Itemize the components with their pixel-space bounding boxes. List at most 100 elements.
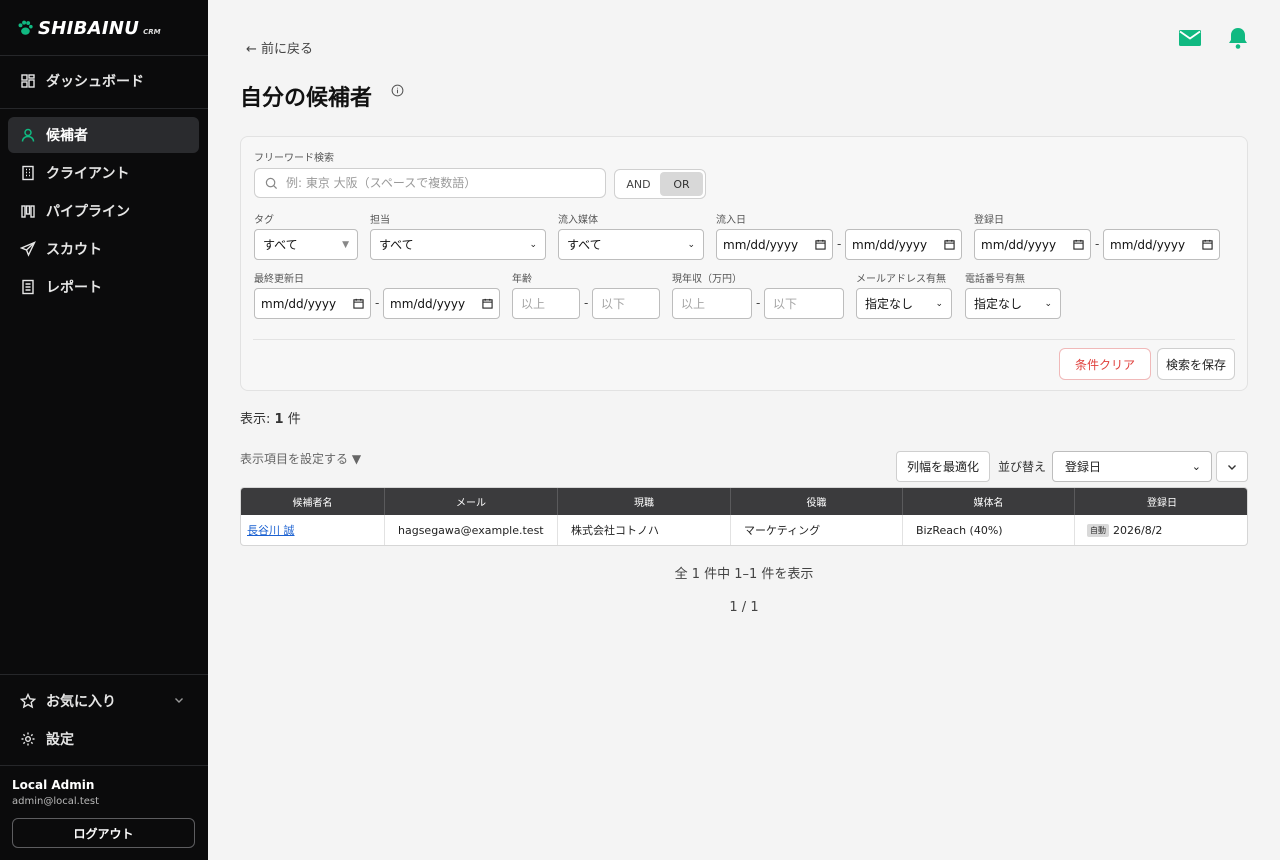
freeword-label: フリーワード検索 <box>254 153 334 164</box>
pipeline-icon <box>21 205 35 218</box>
owner-select[interactable]: すべて ⌄ <box>370 229 546 260</box>
filter-divider <box>253 339 1235 340</box>
phone-exists-select[interactable]: 指定なし ⌄ <box>965 288 1061 319</box>
range-dash: - <box>756 296 761 310</box>
sidebar-divider <box>0 765 208 766</box>
email-exists-label: メールアドレス有無 <box>856 274 946 285</box>
column-settings-toggle[interactable]: 表示項目を設定する ▼ <box>240 450 361 467</box>
sidebar-item-scout[interactable]: スカウト <box>8 231 199 267</box>
range-dash: - <box>375 296 380 310</box>
brand-logo[interactable]: SHIBAINU CRM <box>16 16 161 40</box>
chevron-down-icon <box>1228 464 1236 470</box>
sidebar-item-pipeline[interactable]: パイプライン <box>8 193 199 229</box>
date-placeholder: mm/dd/yyyy <box>723 237 799 252</box>
age-label: 年齢 <box>512 274 532 285</box>
registered-date-cell: 自動 2026/8/2 <box>1075 515 1247 545</box>
chevron-down-icon: ⌄ <box>687 239 695 250</box>
info-icon[interactable] <box>391 84 404 97</box>
sidebar-item-favorites[interactable]: お気に入り <box>8 683 199 719</box>
age-max-input[interactable]: 以下 <box>592 288 660 319</box>
chevron-down-icon[interactable] <box>173 694 185 706</box>
sidebar-divider <box>0 108 208 109</box>
company-cell: 株式会社コトノハ <box>558 515 731 545</box>
sidebar-item-label: スカウト <box>46 242 102 258</box>
logout-button[interactable]: ログアウト <box>12 818 195 848</box>
date-placeholder: mm/dd/yyyy <box>981 237 1057 252</box>
chevron-down-icon: ⌄ <box>1044 298 1052 309</box>
sidebar-item-label: 候補者 <box>46 128 88 144</box>
registered-date-label: 登録日 <box>974 215 1004 226</box>
sidebar-item-label: レポート <box>46 280 102 296</box>
result-count: 表示: 1 件 <box>240 408 301 427</box>
inflow-date-from[interactable]: mm/dd/yyyy <box>716 229 833 260</box>
phone-exists-value: 指定なし <box>974 297 1023 311</box>
column-header[interactable]: 候補者名 <box>241 488 385 515</box>
sort-label: 並び替え <box>998 460 1047 474</box>
mode-and-button[interactable]: AND <box>617 172 660 196</box>
sidebar-item-report[interactable]: レポート <box>8 269 199 305</box>
registered-date-to[interactable]: mm/dd/yyyy <box>1103 229 1220 260</box>
mode-or-button[interactable]: OR <box>660 172 703 196</box>
chevron-down-icon: ⌄ <box>935 298 943 309</box>
pagination-page: 1 / 1 <box>729 600 759 615</box>
user-email: admin@local.test <box>12 796 100 807</box>
sidebar-item-label: 設定 <box>46 732 74 748</box>
count-prefix: 表示: <box>240 412 275 427</box>
sidebar-item-clients[interactable]: クライアント <box>8 155 199 191</box>
sidebar-item-label: パイプライン <box>46 204 130 220</box>
user-name: Local Admin <box>12 778 95 792</box>
tag-select[interactable]: すべて ▼ <box>254 229 358 260</box>
count-value: 1 <box>274 412 284 427</box>
freeword-input[interactable] <box>286 176 586 190</box>
date-placeholder: mm/dd/yyyy <box>261 296 337 311</box>
candidates-table: 候補者名 メール 現職 役職 媒体名 登録日 長谷川 誠 hagsegawa@e… <box>240 487 1248 546</box>
mail-icon[interactable] <box>1178 26 1202 50</box>
registered-date-value: 2026/8/2 <box>1113 523 1163 537</box>
calendar-icon <box>815 239 826 250</box>
registered-date-from[interactable]: mm/dd/yyyy <box>974 229 1091 260</box>
range-dash: - <box>584 296 589 310</box>
column-header[interactable]: 登録日 <box>1075 488 1247 515</box>
back-link[interactable]: ← 前に戻る <box>246 38 313 57</box>
email-exists-value: 指定なし <box>865 297 914 311</box>
updated-date-from[interactable]: mm/dd/yyyy <box>254 288 371 319</box>
sidebar-item-candidates[interactable]: 候補者 <box>8 117 199 153</box>
updated-date-to[interactable]: mm/dd/yyyy <box>383 288 500 319</box>
sort-select[interactable]: 登録日 ⌄ <box>1052 451 1212 482</box>
sidebar-item-label: お気に入り <box>46 694 116 710</box>
age-min-input[interactable]: 以上 <box>512 288 580 319</box>
sidebar-item-settings[interactable]: 設定 <box>8 721 199 757</box>
income-max-input[interactable]: 以下 <box>764 288 844 319</box>
sort-direction-button[interactable] <box>1216 451 1248 482</box>
column-header[interactable]: 現職 <box>558 488 731 515</box>
person-icon <box>21 128 35 142</box>
brand-suffix: CRM <box>143 28 161 36</box>
fit-columns-button[interactable]: 列幅を最適化 <box>896 451 990 482</box>
source-select[interactable]: すべて ⌄ <box>558 229 704 260</box>
candidate-name-link[interactable]: 長谷川 誠 <box>247 522 295 538</box>
column-header[interactable]: メール <box>385 488 558 515</box>
updated-date-label: 最終更新日 <box>254 274 304 285</box>
page-title: 自分の候補者 <box>240 86 373 111</box>
sidebar-item-dashboard[interactable]: ダッシュボード <box>8 63 199 99</box>
column-header[interactable]: 媒体名 <box>903 488 1075 515</box>
phone-exists-label: 電話番号有無 <box>965 274 1025 285</box>
report-icon <box>22 279 34 295</box>
calendar-icon <box>353 298 364 309</box>
calendar-icon <box>1073 239 1084 250</box>
income-min-input[interactable]: 以上 <box>672 288 752 319</box>
column-header[interactable]: 役職 <box>731 488 903 515</box>
sidebar-divider <box>0 674 208 675</box>
source-label: 流入媒体 <box>558 215 598 226</box>
filter-panel: フリーワード検索 AND OR タグ すべて ▼ 担当 すべて ⌄ 流入媒体 すべて… <box>240 136 1248 391</box>
pagination-summary: 全 1 件中 1–1 件を表示 <box>674 567 814 582</box>
sidebar-divider <box>0 55 208 56</box>
bell-icon[interactable] <box>1226 26 1250 50</box>
calendar-icon <box>944 239 955 250</box>
inflow-date-to[interactable]: mm/dd/yyyy <box>845 229 962 260</box>
email-exists-select[interactable]: 指定なし ⌄ <box>856 288 952 319</box>
triangle-down-icon: ▼ <box>342 239 349 250</box>
save-search-button[interactable]: 検索を保存 <box>1157 348 1235 380</box>
count-suffix: 件 <box>283 412 301 427</box>
clear-filters-button[interactable]: 条件クリア <box>1059 348 1151 380</box>
